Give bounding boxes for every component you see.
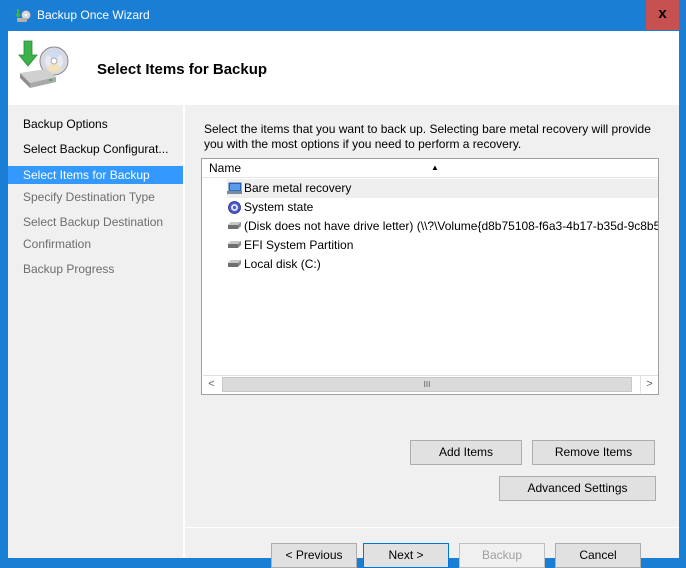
column-header-name[interactable]: Name ▲: [202, 159, 658, 178]
previous-button[interactable]: < Previous: [271, 543, 357, 568]
disk-icon: [228, 222, 241, 230]
system-state-icon: [228, 201, 241, 215]
sort-ascending-icon: ▲: [431, 163, 439, 172]
disk-icon: [228, 241, 241, 249]
add-items-button[interactable]: Add Items: [410, 440, 522, 465]
wizard-client: Select Items for Backup Backup Options S…: [8, 31, 679, 568]
list-item[interactable]: (Disk does not have drive letter) (\\?\V…: [227, 217, 658, 236]
title-bar: Backup Once Wizard x: [0, 0, 686, 31]
close-button[interactable]: x: [646, 0, 679, 30]
list-item-label: Bare metal recovery: [244, 181, 352, 195]
list-item-label: Local disk (C:): [244, 257, 321, 271]
backup-items-list[interactable]: Name ▲ Bare metal recovery System state: [201, 158, 659, 395]
window-title: Backup Once Wizard: [37, 8, 150, 22]
cancel-button[interactable]: Cancel: [555, 543, 641, 568]
scroll-right-button[interactable]: >: [640, 376, 658, 393]
column-header-label: Name: [209, 161, 242, 175]
horizontal-scrollbar[interactable]: < III >: [203, 375, 658, 394]
wizard-header: Select Items for Backup: [8, 31, 679, 105]
list-item-label: EFI System Partition: [244, 238, 354, 252]
disk-icon: [228, 260, 241, 268]
step-backup-progress: Backup Progress: [23, 262, 115, 276]
list-item[interactable]: Local disk (C:): [227, 255, 658, 274]
list-item[interactable]: Bare metal recovery: [227, 179, 658, 198]
list-item-label: System state: [244, 200, 314, 214]
backup-button: Backup: [459, 543, 545, 568]
scroll-left-button[interactable]: <: [203, 376, 220, 393]
wizard-steps: Backup Options Select Backup Configurat.…: [8, 105, 183, 558]
list-item[interactable]: System state: [227, 198, 658, 217]
step-backup-options[interactable]: Backup Options: [8, 115, 183, 133]
step-select-backup-configuration[interactable]: Select Backup Configurat...: [8, 140, 183, 158]
scroll-thumb[interactable]: III: [222, 377, 632, 392]
list-item[interactable]: EFI System Partition: [227, 236, 658, 255]
backup-wizard-icon: [18, 40, 69, 88]
list-item-label: (Disk does not have drive letter) (\\?\V…: [244, 219, 658, 233]
next-button[interactable]: Next >: [363, 543, 449, 568]
advanced-settings-button[interactable]: Advanced Settings: [499, 476, 656, 501]
bare-metal-recovery-icon: [227, 182, 242, 195]
remove-items-button[interactable]: Remove Items: [532, 440, 655, 465]
step-select-items-for-backup[interactable]: Select Items for Backup: [8, 166, 183, 184]
instructions-text: Select the items that you want to back u…: [204, 122, 651, 151]
step-specify-destination-type: Specify Destination Type: [23, 190, 155, 204]
wizard-content: Select the items that you want to back u…: [185, 105, 679, 568]
step-select-backup-destination: Select Backup Destination: [23, 215, 164, 229]
page-title: Select Items for Backup: [97, 61, 268, 78]
step-confirmation: Confirmation: [23, 237, 92, 251]
footer-divider: [185, 527, 679, 528]
backup-app-icon: [15, 9, 31, 22]
